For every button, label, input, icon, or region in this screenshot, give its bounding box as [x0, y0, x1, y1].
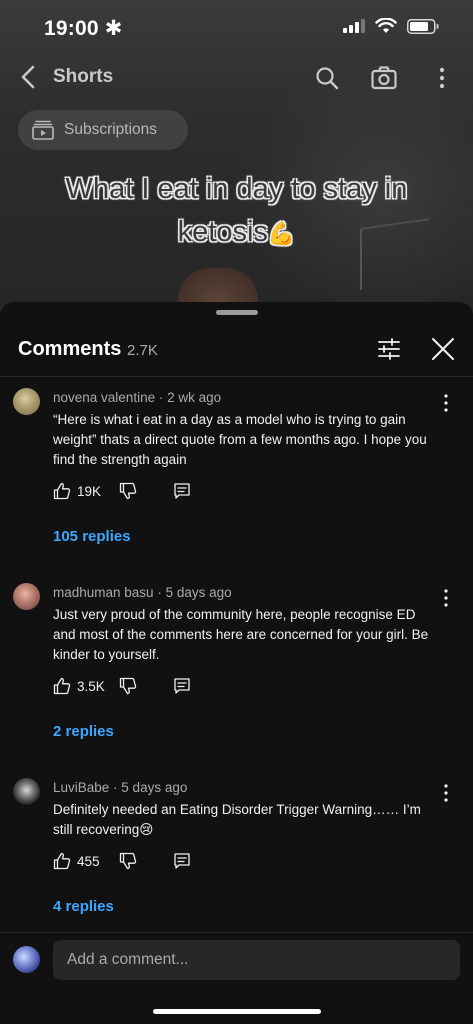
status-icons — [343, 18, 439, 34]
comment-meta: novena valentine · 2 wk ago — [53, 390, 222, 405]
video-caption-line2: ketosis💪 — [0, 211, 473, 255]
subscriptions-chip-label: Subscriptions — [64, 121, 158, 138]
top-nav: Shorts — [0, 56, 473, 100]
close-icon[interactable] — [430, 336, 456, 362]
thumbs-down-icon[interactable] — [119, 852, 137, 870]
comment-actions: 19K — [53, 480, 191, 502]
comment-text: “Here is what i eat in a day as a model … — [53, 412, 427, 467]
comment-author[interactable]: LuviBabe — [53, 780, 109, 795]
comment-age: 2 wk ago — [167, 390, 222, 405]
more-vert-icon[interactable] — [437, 587, 455, 609]
thumbs-up-icon[interactable] — [53, 852, 71, 870]
comment-text: Just very proud of the community here, p… — [53, 607, 429, 662]
comments-header: Comments 2.7K — [0, 326, 473, 376]
more-vert-icon[interactable] — [430, 64, 454, 92]
comments-count: 2.7K — [127, 342, 158, 359]
comment-age: 5 days ago — [165, 585, 232, 600]
status-bar: 19:00 ✱ — [0, 0, 473, 56]
status-time: 19:00 ✱ — [44, 17, 123, 40]
cellular-signal-icon — [343, 19, 365, 33]
reply-icon[interactable] — [173, 852, 191, 870]
back-icon[interactable] — [14, 62, 44, 92]
comment-actions: 455 — [53, 850, 191, 872]
reply-icon[interactable] — [173, 482, 191, 500]
view-replies-link[interactable]: 2 replies — [53, 723, 114, 740]
thumbs-down-icon[interactable] — [119, 482, 137, 500]
comment-meta: LuviBabe · 5 days ago — [53, 780, 188, 795]
camera-icon[interactable] — [370, 64, 398, 92]
view-replies-link[interactable]: 105 replies — [53, 528, 131, 545]
wifi-icon — [375, 18, 397, 33]
comment-text: Definitely needed an Eating Disorder Tri… — [53, 802, 421, 837]
comment-meta: madhuman basu · 5 days ago — [53, 585, 232, 600]
subscriptions-icon — [32, 120, 54, 140]
video-caption-line2-text: ketosis — [177, 216, 268, 248]
like-count: 3.5K — [77, 678, 105, 694]
battery-icon — [407, 18, 439, 34]
video-caption-line1: What I eat in day to stay in — [65, 173, 408, 205]
avatar[interactable] — [13, 583, 40, 610]
thumbs-up-icon[interactable] — [53, 482, 71, 500]
more-vert-icon[interactable] — [437, 392, 455, 414]
thumbs-up-icon[interactable] — [53, 677, 71, 695]
comment-author[interactable]: novena valentine — [53, 390, 155, 405]
like-count: 19K — [77, 483, 102, 499]
current-user-avatar[interactable] — [13, 946, 40, 973]
composer-divider — [0, 932, 473, 933]
video-caption: What I eat in day to stay in ketosis💪 — [0, 168, 473, 255]
comment-age: 5 days ago — [121, 780, 188, 795]
reply-icon[interactable] — [173, 677, 191, 695]
avatar[interactable] — [13, 778, 40, 805]
view-replies-link[interactable]: 4 replies — [53, 898, 114, 915]
nav-title: Shorts — [53, 66, 114, 87]
add-comment-placeholder: Add a comment... — [67, 951, 189, 968]
avatar[interactable] — [13, 388, 40, 415]
filter-icon[interactable] — [376, 336, 402, 362]
more-vert-icon[interactable] — [437, 782, 455, 804]
add-comment-input[interactable]: Add a comment... — [53, 940, 460, 980]
search-icon[interactable] — [313, 64, 341, 92]
home-indicator[interactable] — [153, 1009, 321, 1014]
subscriptions-chip[interactable]: Subscriptions — [18, 110, 188, 150]
comments-sheet: Comments 2.7K novena valentine · 2 wk ag… — [0, 302, 473, 1024]
drag-handle[interactable] — [216, 310, 258, 315]
comment-author[interactable]: madhuman basu — [53, 585, 154, 600]
header-divider — [0, 376, 473, 377]
thumbs-down-icon[interactable] — [119, 677, 137, 695]
like-count: 455 — [77, 853, 100, 869]
comments-title: Comments — [18, 338, 122, 360]
video-caption-emoji: 💪 — [267, 221, 296, 246]
comment-actions: 3.5K — [53, 675, 191, 697]
